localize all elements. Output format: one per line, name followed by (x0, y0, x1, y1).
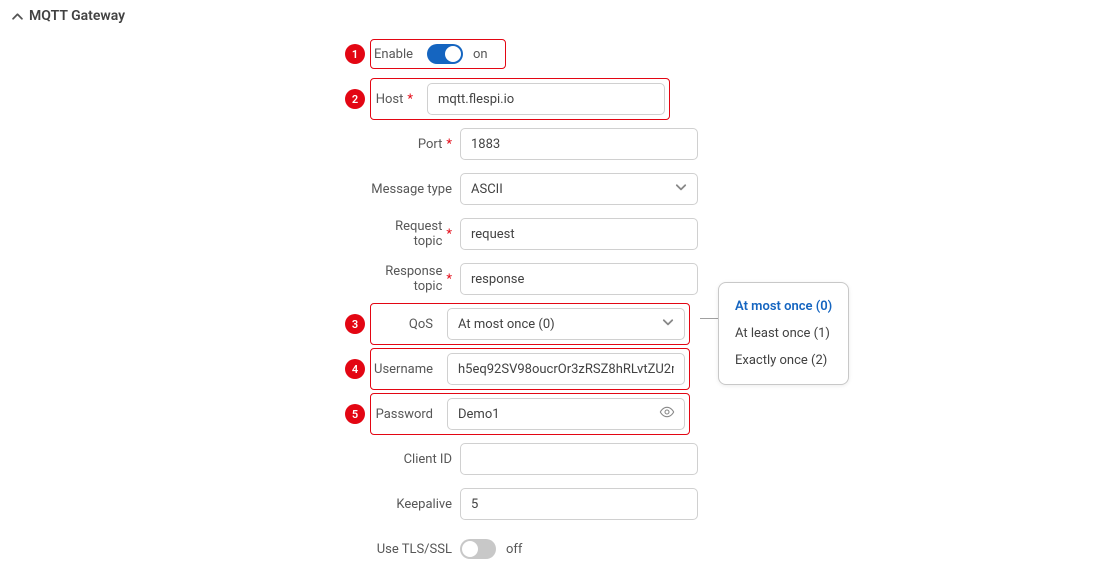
message-type-select[interactable]: ASCII (460, 173, 698, 205)
request-topic-input[interactable] (460, 218, 698, 250)
qos-option-2[interactable]: Exactly once (2) (733, 347, 834, 374)
step-badge-2: 2 (345, 89, 365, 109)
username-input[interactable] (447, 353, 685, 385)
eye-icon[interactable] (659, 404, 675, 424)
password-input[interactable] (447, 398, 685, 430)
row-port: Port* (0, 126, 1100, 162)
password-label: Password (371, 407, 441, 422)
highlight-box-password: Password (370, 393, 690, 435)
qos-connector (700, 318, 718, 319)
port-input[interactable] (460, 128, 698, 160)
message-type-label: Message type (370, 182, 460, 197)
row-request-topic: Request topic* (0, 216, 1100, 252)
row-enable: 1 Enable on (0, 36, 1100, 72)
highlight-box-qos: QoS At most once (0) (370, 303, 690, 345)
enable-label: Enable (371, 47, 421, 62)
message-type-value: ASCII (471, 182, 675, 197)
qos-value: At most once (0) (458, 317, 662, 332)
section-title: MQTT Gateway (29, 8, 125, 24)
row-host: 2 Host* (0, 81, 1100, 117)
request-topic-label: Request topic* (370, 219, 460, 249)
highlight-box-host: Host* (370, 78, 670, 120)
section-header[interactable]: MQTT Gateway (0, 0, 1100, 32)
enable-toggle[interactable] (427, 44, 463, 64)
username-label: Username (371, 362, 441, 377)
row-keepalive: Keepalive (0, 486, 1100, 522)
row-message-type: Message type ASCII (0, 171, 1100, 207)
host-label: Host* (371, 92, 421, 107)
step-badge-1: 1 (345, 44, 365, 64)
client-id-label: Client ID (370, 452, 460, 467)
qos-option-1[interactable]: At least once (1) (733, 320, 834, 347)
qos-label: QoS (371, 317, 441, 332)
client-id-input[interactable] (460, 443, 698, 475)
qos-dropdown-popup: At most once (0) At least once (1) Exact… (718, 282, 849, 385)
chevron-down-icon (675, 181, 687, 197)
chevron-down-icon (662, 316, 674, 332)
enable-state-text: on (473, 47, 488, 62)
form-area: 1 Enable on 2 Host* Port* (0, 32, 1100, 567)
keepalive-input[interactable] (460, 488, 698, 520)
response-topic-input[interactable] (460, 263, 698, 295)
qos-select[interactable]: At most once (0) (447, 308, 685, 340)
tls-state-text: off (506, 542, 522, 557)
step-badge-4: 4 (345, 359, 365, 379)
row-response-topic: Response topic* (0, 261, 1100, 297)
row-client-id: Client ID (0, 441, 1100, 477)
host-input[interactable] (427, 83, 665, 115)
tls-toggle[interactable] (460, 539, 496, 559)
port-label: Port* (370, 137, 460, 152)
tls-label: Use TLS/SSL (370, 542, 460, 557)
row-password: 5 Password (0, 396, 1100, 432)
step-badge-5: 5 (345, 404, 365, 424)
qos-option-0[interactable]: At most once (0) (733, 293, 834, 320)
row-tls: Use TLS/SSL off (0, 531, 1100, 567)
chevron-up-icon (12, 11, 23, 22)
keepalive-label: Keepalive (370, 497, 460, 512)
row-qos: 3 QoS At most once (0) (0, 306, 1100, 342)
highlight-box-enable: Enable on (370, 39, 506, 69)
response-topic-label: Response topic* (370, 264, 460, 294)
highlight-box-username: Username (370, 348, 690, 390)
step-badge-3: 3 (345, 314, 365, 334)
row-username: 4 Username (0, 351, 1100, 387)
